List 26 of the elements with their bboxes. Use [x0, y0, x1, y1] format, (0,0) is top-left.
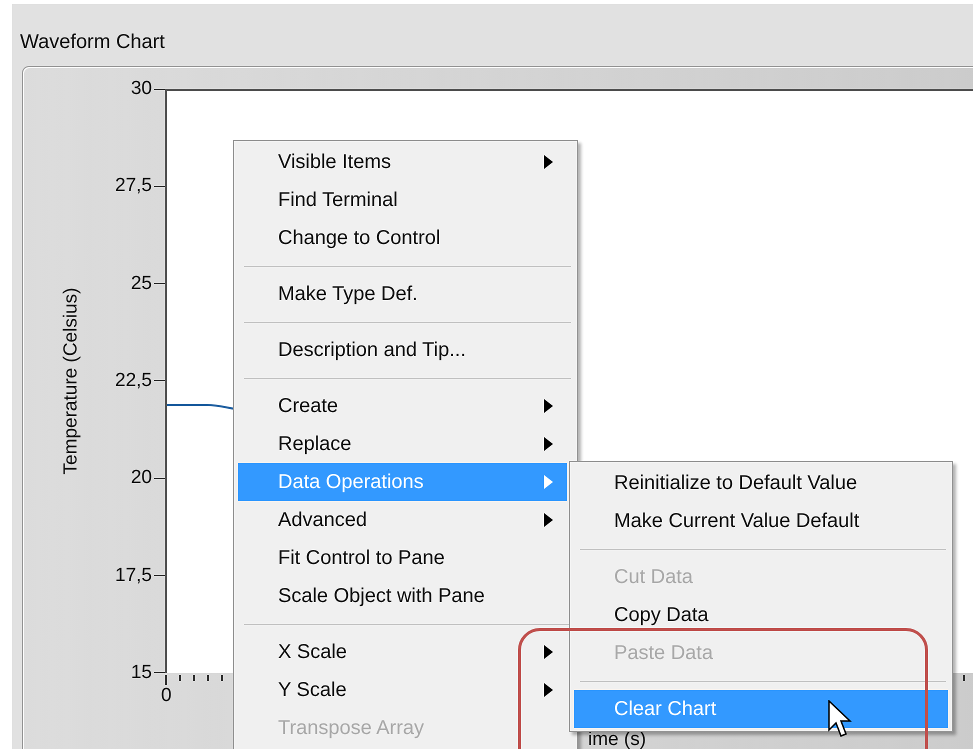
tick-label: 20	[130, 467, 152, 490]
menu-item[interactable]: Replace	[238, 425, 567, 463]
tick-label: 17,5	[115, 564, 152, 587]
tick-label: 22,5	[115, 370, 152, 392]
menu-item[interactable]: Scale Object with Pane	[238, 577, 567, 615]
menu-item[interactable]: Make Current Value Default	[574, 502, 948, 540]
tick-label: 30	[130, 78, 152, 100]
tick-label: 0	[161, 685, 172, 707]
menu-item[interactable]: Fit Control to Pane	[238, 539, 567, 577]
tick-label: 15	[130, 662, 152, 684]
menu-item[interactable]: Reinitialize to Default Value	[574, 464, 948, 502]
tick-label: 27,5	[115, 175, 152, 198]
chart-title: Waveform Chart	[19, 30, 166, 54]
menu-item[interactable]: Description and Tip...	[238, 331, 567, 369]
menu-item[interactable]: Change to Control	[238, 219, 567, 257]
menu-item[interactable]: Y Scale	[238, 671, 567, 709]
menu-item[interactable]: Visible Items	[238, 143, 567, 181]
menu-item[interactable]: X Scale	[238, 633, 567, 671]
menu-item[interactable]: Advanced	[238, 501, 567, 539]
y-axis-label: Temperature (Celsius)	[60, 288, 82, 474]
menu-item[interactable]: Find Terminal	[238, 181, 567, 219]
menu-item[interactable]: Create	[238, 387, 567, 425]
cursor-icon	[828, 700, 852, 738]
menu-item[interactable]: Make Type Def.	[238, 275, 567, 313]
tick-label: 25	[130, 272, 152, 295]
x-axis-label: ime (s)	[588, 729, 646, 749]
